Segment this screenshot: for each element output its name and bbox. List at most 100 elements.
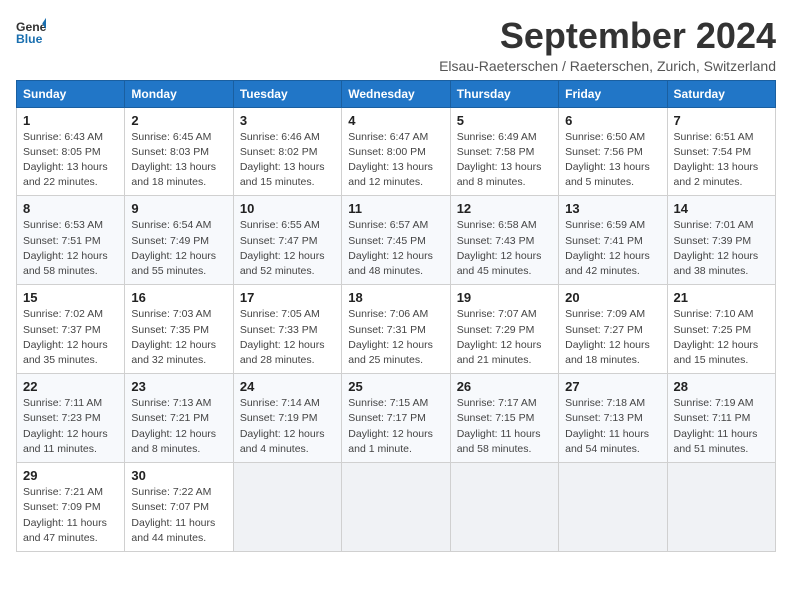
day-info: Sunrise: 6:47 AM Sunset: 8:00 PM Dayligh… (348, 130, 443, 191)
calendar-cell (559, 463, 667, 552)
col-header-tuesday: Tuesday (233, 80, 341, 107)
calendar-cell (233, 463, 341, 552)
day-number: 27 (565, 379, 660, 394)
day-info: Sunrise: 7:19 AM Sunset: 7:11 PM Dayligh… (674, 396, 769, 457)
day-info: Sunrise: 7:03 AM Sunset: 7:35 PM Dayligh… (131, 307, 226, 368)
calendar-cell: 11 Sunrise: 6:57 AM Sunset: 7:45 PM Dayli… (342, 196, 450, 285)
day-info: Sunrise: 7:11 AM Sunset: 7:23 PM Dayligh… (23, 396, 118, 457)
col-header-thursday: Thursday (450, 80, 558, 107)
calendar-cell (342, 463, 450, 552)
day-number: 2 (131, 113, 226, 128)
day-info: Sunrise: 6:57 AM Sunset: 7:45 PM Dayligh… (348, 218, 443, 279)
calendar-table: SundayMondayTuesdayWednesdayThursdayFrid… (16, 80, 776, 552)
col-header-saturday: Saturday (667, 80, 775, 107)
day-number: 14 (674, 201, 769, 216)
subtitle: Elsau-Raeterschen / Raeterschen, Zurich,… (439, 58, 776, 74)
day-number: 5 (457, 113, 552, 128)
day-info: Sunrise: 7:17 AM Sunset: 7:15 PM Dayligh… (457, 396, 552, 457)
day-number: 8 (23, 201, 118, 216)
day-info: Sunrise: 7:05 AM Sunset: 7:33 PM Dayligh… (240, 307, 335, 368)
day-info: Sunrise: 6:45 AM Sunset: 8:03 PM Dayligh… (131, 130, 226, 191)
col-header-friday: Friday (559, 80, 667, 107)
calendar-cell: 21Sunrise: 7:10 AM Sunset: 7:25 PM Dayli… (667, 285, 775, 374)
svg-text:Blue: Blue (16, 32, 43, 46)
day-number: 25 (348, 379, 443, 394)
day-number: 30 (131, 468, 226, 483)
week-row-1: 1 Sunrise: 6:43 AM Sunset: 8:05 PM Daylig… (17, 107, 776, 196)
week-row-4: 22Sunrise: 7:11 AM Sunset: 7:23 PM Dayli… (17, 374, 776, 463)
logo: General Blue (16, 16, 46, 46)
day-info: Sunrise: 7:13 AM Sunset: 7:21 PM Dayligh… (131, 396, 226, 457)
day-number: 3 (240, 113, 335, 128)
calendar-cell: 3 Sunrise: 6:46 AM Sunset: 8:02 PM Daylig… (233, 107, 341, 196)
calendar-cell: 22Sunrise: 7:11 AM Sunset: 7:23 PM Dayli… (17, 374, 125, 463)
week-row-2: 8 Sunrise: 6:53 AM Sunset: 7:51 PM Daylig… (17, 196, 776, 285)
calendar-cell: 13 Sunrise: 6:59 AM Sunset: 7:41 PM Dayli… (559, 196, 667, 285)
calendar-cell: 30 Sunrise: 7:22 AM Sunset: 7:07 PM Dayli… (125, 463, 233, 552)
calendar-cell: 25 Sunrise: 7:15 AM Sunset: 7:17 PM Dayli… (342, 374, 450, 463)
day-number: 16 (131, 290, 226, 305)
week-row-5: 29Sunrise: 7:21 AM Sunset: 7:09 PM Dayli… (17, 463, 776, 552)
col-header-sunday: Sunday (17, 80, 125, 107)
calendar-cell: 17 Sunrise: 7:05 AM Sunset: 7:33 PM Dayli… (233, 285, 341, 374)
col-header-wednesday: Wednesday (342, 80, 450, 107)
calendar-cell: 16 Sunrise: 7:03 AM Sunset: 7:35 PM Dayli… (125, 285, 233, 374)
calendar-cell: 19 Sunrise: 7:07 AM Sunset: 7:29 PM Dayli… (450, 285, 558, 374)
day-number: 11 (348, 201, 443, 216)
calendar-cell: 6Sunrise: 6:50 AM Sunset: 7:56 PM Daylig… (559, 107, 667, 196)
calendar-cell: 2 Sunrise: 6:45 AM Sunset: 8:03 PM Daylig… (125, 107, 233, 196)
day-info: Sunrise: 6:53 AM Sunset: 7:51 PM Dayligh… (23, 218, 118, 279)
calendar-cell: 4 Sunrise: 6:47 AM Sunset: 8:00 PM Daylig… (342, 107, 450, 196)
day-number: 21 (674, 290, 769, 305)
calendar-cell: 1 Sunrise: 6:43 AM Sunset: 8:05 PM Daylig… (17, 107, 125, 196)
day-info: Sunrise: 7:21 AM Sunset: 7:09 PM Dayligh… (23, 485, 118, 546)
calendar-cell: 28Sunrise: 7:19 AM Sunset: 7:11 PM Dayli… (667, 374, 775, 463)
day-number: 7 (674, 113, 769, 128)
week-row-3: 15 Sunrise: 7:02 AM Sunset: 7:37 PM Dayli… (17, 285, 776, 374)
day-number: 13 (565, 201, 660, 216)
calendar-cell: 7 Sunrise: 6:51 AM Sunset: 7:54 PM Daylig… (667, 107, 775, 196)
day-info: Sunrise: 7:01 AM Sunset: 7:39 PM Dayligh… (674, 218, 769, 279)
page-header: General Blue September 2024 Elsau-Raeter… (16, 16, 776, 74)
day-number: 24 (240, 379, 335, 394)
day-info: Sunrise: 7:22 AM Sunset: 7:07 PM Dayligh… (131, 485, 226, 546)
day-number: 26 (457, 379, 552, 394)
calendar-cell: 18Sunrise: 7:06 AM Sunset: 7:31 PM Dayli… (342, 285, 450, 374)
calendar-cell: 14 Sunrise: 7:01 AM Sunset: 7:39 PM Dayli… (667, 196, 775, 285)
day-number: 1 (23, 113, 118, 128)
calendar-cell: 9 Sunrise: 6:54 AM Sunset: 7:49 PM Daylig… (125, 196, 233, 285)
day-number: 19 (457, 290, 552, 305)
day-info: Sunrise: 6:43 AM Sunset: 8:05 PM Dayligh… (23, 130, 118, 191)
calendar-cell: 23 Sunrise: 7:13 AM Sunset: 7:21 PM Dayli… (125, 374, 233, 463)
day-number: 4 (348, 113, 443, 128)
calendar-cell (450, 463, 558, 552)
calendar-cell: 12Sunrise: 6:58 AM Sunset: 7:43 PM Dayli… (450, 196, 558, 285)
day-info: Sunrise: 7:15 AM Sunset: 7:17 PM Dayligh… (348, 396, 443, 457)
calendar-cell: 10Sunrise: 6:55 AM Sunset: 7:47 PM Dayli… (233, 196, 341, 285)
day-info: Sunrise: 7:07 AM Sunset: 7:29 PM Dayligh… (457, 307, 552, 368)
day-info: Sunrise: 6:59 AM Sunset: 7:41 PM Dayligh… (565, 218, 660, 279)
day-number: 23 (131, 379, 226, 394)
calendar-cell: 8 Sunrise: 6:53 AM Sunset: 7:51 PM Daylig… (17, 196, 125, 285)
day-info: Sunrise: 6:49 AM Sunset: 7:58 PM Dayligh… (457, 130, 552, 191)
day-info: Sunrise: 6:54 AM Sunset: 7:49 PM Dayligh… (131, 218, 226, 279)
main-title: September 2024 (439, 16, 776, 56)
calendar-cell: 5 Sunrise: 6:49 AM Sunset: 7:58 PM Daylig… (450, 107, 558, 196)
day-info: Sunrise: 7:02 AM Sunset: 7:37 PM Dayligh… (23, 307, 118, 368)
day-info: Sunrise: 6:50 AM Sunset: 7:56 PM Dayligh… (565, 130, 660, 191)
day-number: 15 (23, 290, 118, 305)
day-number: 10 (240, 201, 335, 216)
day-info: Sunrise: 6:46 AM Sunset: 8:02 PM Dayligh… (240, 130, 335, 191)
logo-icon: General Blue (16, 16, 46, 46)
day-number: 12 (457, 201, 552, 216)
day-info: Sunrise: 7:14 AM Sunset: 7:19 PM Dayligh… (240, 396, 335, 457)
day-number: 9 (131, 201, 226, 216)
day-info: Sunrise: 6:51 AM Sunset: 7:54 PM Dayligh… (674, 130, 769, 191)
calendar-cell: 26 Sunrise: 7:17 AM Sunset: 7:15 PM Dayli… (450, 374, 558, 463)
day-number: 17 (240, 290, 335, 305)
calendar-cell: 29Sunrise: 7:21 AM Sunset: 7:09 PM Dayli… (17, 463, 125, 552)
day-info: Sunrise: 7:09 AM Sunset: 7:27 PM Dayligh… (565, 307, 660, 368)
calendar-cell: 27Sunrise: 7:18 AM Sunset: 7:13 PM Dayli… (559, 374, 667, 463)
title-block: September 2024 Elsau-Raeterschen / Raete… (439, 16, 776, 74)
day-info: Sunrise: 7:06 AM Sunset: 7:31 PM Dayligh… (348, 307, 443, 368)
